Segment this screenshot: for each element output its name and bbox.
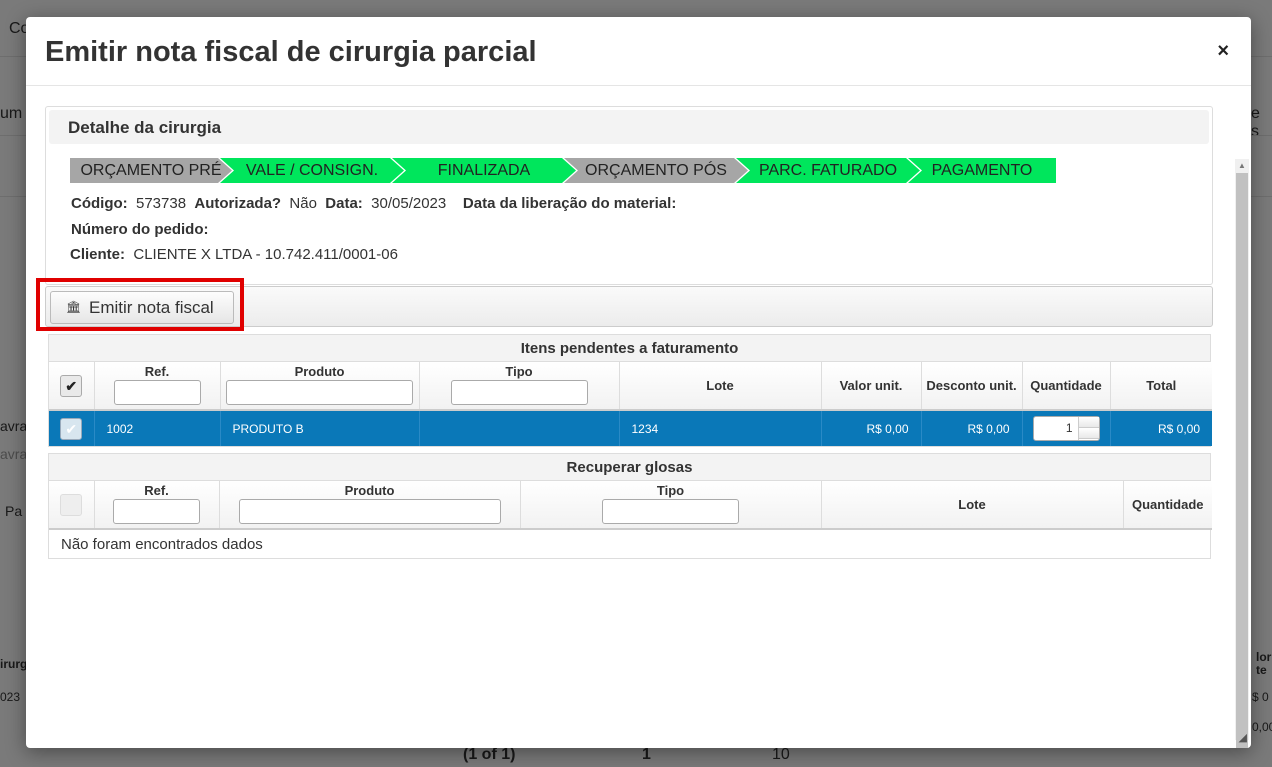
autorizada-value: Não	[289, 195, 317, 212]
glosas-select-all-checkbox[interactable]: ✔	[60, 493, 83, 516]
tipo-filter-input[interactable]	[450, 380, 588, 405]
action-toolbar: 🏛 Emitir nota fiscal	[45, 286, 1213, 327]
glosas-ref-filter-input[interactable]	[113, 499, 200, 524]
produto-cell: PRODUTO B	[220, 410, 420, 446]
surgery-detail-title: Detalhe da cirurgia	[68, 118, 222, 137]
glosas-produto-header: Produto	[219, 481, 521, 530]
select-all-checkbox[interactable]: ✔	[60, 374, 83, 397]
glosas-ref-header: Ref.	[94, 481, 220, 530]
table-row[interactable]: ✔ 1002 PRODUTO B 1234 R$ 0,00 R$ 0,00 1	[49, 410, 1212, 446]
valor-unit-cell: R$ 0,00	[821, 410, 922, 446]
resize-grip-icon[interactable]: ◢	[1239, 731, 1247, 744]
glosas-table: Recuperar glosas ✔ Ref.	[48, 453, 1212, 559]
cliente-value: CLIENTE X LTDA - 10.742.411/0001-06	[133, 246, 398, 263]
dialog-title: Emitir nota fiscal de cirurgia parcial	[45, 36, 537, 68]
glosas-tipo-header: Tipo	[520, 481, 822, 530]
valor-unit-header[interactable]: Valor unit.	[821, 362, 922, 411]
ref-header-label: Ref.	[144, 364, 170, 379]
ref-header: Ref.	[94, 362, 221, 411]
lote-header[interactable]: Lote	[619, 362, 822, 411]
autorizada-label: Autorizada?	[194, 195, 282, 212]
pending-items-table: Itens pendentes a faturamento ✔ Ref. Pro…	[48, 334, 1212, 447]
desconto-unit-header[interactable]: Desconto unit.	[921, 362, 1023, 411]
data-value: 30/05/2023	[371, 195, 447, 212]
step-vale-consign: VALE / CONSIGN.	[220, 158, 404, 183]
codigo-label: Código:	[71, 195, 128, 212]
ref-filter-input[interactable]	[113, 380, 201, 405]
glosas-tipo-filter-input[interactable]	[602, 499, 739, 524]
total-cell: R$ 0,00	[1110, 410, 1212, 446]
bank-icon: 🏛	[66, 300, 82, 314]
liberacao-label: Data da liberação do material:	[462, 195, 677, 212]
step-parc-faturado: PARC. FATURADO	[736, 158, 920, 183]
client-line: Cliente: CLIENTE X LTDA - 10.742.411/000…	[70, 246, 398, 263]
dialog-body: Detalhe da cirurgia ORÇAMENTO PRÉ VALE /…	[26, 87, 1251, 748]
cliente-label: Cliente:	[70, 246, 126, 263]
emit-invoice-label: Emitir nota fiscal	[89, 297, 214, 317]
glosas-quantidade-header[interactable]: Quantidade	[1123, 481, 1212, 530]
produto-filter-input[interactable]	[226, 380, 413, 405]
data-label: Data:	[325, 195, 363, 212]
glosas-select-all-header: ✔	[49, 481, 95, 530]
pending-items-caption: Itens pendentes a faturamento	[49, 335, 1210, 362]
step-orcamento-pos: ORÇAMENTO PÓS	[564, 158, 748, 183]
step-pagamento: PAGAMENTO	[908, 158, 1056, 183]
tipo-cell	[419, 410, 620, 446]
step-orcamento-pre: ORÇAMENTO PRÉ	[70, 158, 232, 183]
glosas-produto-header-label: Produto	[344, 483, 395, 498]
tipo-header: Tipo	[419, 362, 620, 411]
glosas-lote-header[interactable]: Lote	[821, 481, 1124, 530]
emit-invoice-button[interactable]: 🏛 Emitir nota fiscal	[50, 291, 234, 324]
lote-cell: 1234	[619, 410, 822, 446]
order-number-line: Número do pedido:	[71, 221, 209, 238]
surgery-detail-panel: Detalhe da cirurgia ORÇAMENTO PRÉ VALE /…	[45, 106, 1213, 285]
scroll-up-icon[interactable]: ▲	[1235, 159, 1249, 173]
total-header[interactable]: Total	[1110, 362, 1212, 411]
quantidade-cell: 1	[1022, 410, 1111, 446]
glosas-tipo-header-label: Tipo	[656, 483, 685, 498]
tipo-header-label: Tipo	[505, 364, 533, 379]
glosas-ref-header-label: Ref.	[144, 483, 169, 498]
step-finalizada: FINALIZADA	[392, 158, 576, 183]
glosas-caption: Recuperar glosas	[49, 454, 1210, 481]
close-icon[interactable]: ×	[1217, 41, 1229, 61]
quantity-down-button[interactable]	[1078, 428, 1099, 439]
pedido-label: Número do pedido:	[71, 221, 209, 238]
quantidade-header[interactable]: Quantidade	[1022, 362, 1111, 411]
empty-message: Não foram encontrados dados	[61, 536, 263, 553]
produto-header: Produto	[220, 362, 420, 411]
quantity-stepper[interactable]: 1	[1032, 416, 1100, 441]
ref-cell: 1002	[94, 410, 221, 446]
desconto-unit-cell: R$ 0,00	[921, 410, 1023, 446]
produto-header-label: Produto	[294, 364, 345, 379]
row-checkbox[interactable]: ✔	[60, 417, 83, 440]
scroll-thumb[interactable]	[1236, 173, 1248, 748]
row-select-cell: ✔	[49, 410, 95, 446]
status-steps: ORÇAMENTO PRÉ VALE / CONSIGN. FINALIZADA…	[70, 158, 1056, 183]
select-all-header: ✔	[49, 362, 95, 411]
dialog-scrollbar[interactable]: ▲	[1235, 159, 1249, 748]
surgery-detail-legend[interactable]: Detalhe da cirurgia	[49, 110, 1209, 144]
emit-invoice-dialog: Emitir nota fiscal de cirurgia parcial ×…	[26, 17, 1251, 748]
glosas-produto-filter-input[interactable]	[238, 499, 501, 524]
surgery-info-line: Código: 573738 Autorizada? Não Data: 30/…	[71, 195, 676, 212]
dialog-header: Emitir nota fiscal de cirurgia parcial ×	[26, 17, 1251, 86]
quantity-up-button[interactable]	[1078, 417, 1099, 428]
quantity-value: 1	[1065, 421, 1073, 435]
codigo-value: 573738	[136, 195, 187, 212]
